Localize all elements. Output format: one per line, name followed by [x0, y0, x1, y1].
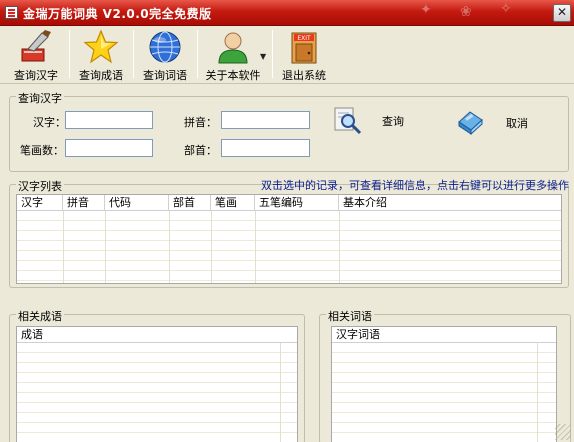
column-divider	[105, 211, 106, 283]
strokes-input[interactable]	[65, 139, 153, 157]
column-header-idiom[interactable]: 成语	[17, 327, 281, 343]
search-button[interactable]: 查询	[333, 105, 413, 137]
search-button-label: 查询	[382, 115, 404, 128]
toolbar-separator	[133, 30, 134, 78]
user-icon	[218, 32, 248, 64]
toolbar-query-hanzi-button[interactable]: 查询汉字	[6, 26, 66, 84]
table-header: 汉字 拼音 代码 部首 笔画 五笔编码 基本介绍	[17, 195, 561, 211]
toolbar-separator	[69, 30, 70, 78]
toolbar-separator	[197, 30, 198, 78]
window-title: 金瑞万能词典 V2.0.0完全免费版	[23, 7, 212, 21]
star-icon	[83, 29, 119, 64]
words-group-legend: 相关词语	[326, 308, 374, 324]
toolbar-label: 退出系统	[282, 69, 326, 82]
pinyin-label: 拼音：	[184, 116, 217, 129]
char-list-table[interactable]: 汉字 拼音 代码 部首 笔画 五笔编码 基本介绍	[16, 194, 562, 284]
toolbar-label: 查询成语	[79, 69, 123, 82]
char-list-hint: 双击选中的记录，可查看详细信息，点击右键可以进行更多操作	[261, 179, 569, 192]
table-header: 汉字词语	[332, 327, 556, 343]
column-header-code[interactable]: 代码	[105, 195, 169, 211]
toolbar-separator	[272, 30, 273, 78]
app-icon	[5, 6, 18, 19]
brush-icon	[21, 30, 51, 62]
column-header-strokes[interactable]: 笔画	[211, 195, 255, 211]
svg-text:EXIT: EXIT	[297, 35, 311, 42]
column-header-word[interactable]: 汉字词语	[332, 327, 538, 343]
column-header-radical[interactable]: 部首	[169, 195, 211, 211]
column-divider	[537, 343, 538, 442]
table-gridlines	[332, 343, 556, 442]
hanzi-label: 汉字：	[33, 116, 66, 129]
column-divider	[169, 211, 170, 283]
title-decoration: ✦ ❀ ✧	[420, 1, 512, 20]
toolbar-query-word-button[interactable]: 查询词语	[136, 26, 194, 84]
exit-door-icon: EXIT	[291, 32, 317, 64]
column-header-intro[interactable]: 基本介绍	[339, 195, 561, 211]
column-header-hanzi[interactable]: 汉字	[17, 195, 63, 211]
table-gridlines	[17, 343, 297, 442]
cancel-button[interactable]: 取消	[456, 106, 536, 138]
pinyin-input[interactable]	[221, 111, 310, 129]
globe-icon	[149, 31, 181, 63]
toolbar-about-button[interactable]: 关于本软件	[200, 26, 266, 84]
toolbar-label: 关于本软件	[205, 69, 261, 82]
toolbar: 查询汉字 查询成语 查询词语 关于本软件 ▼ EXIT 退出系统	[0, 26, 574, 84]
magnifier-icon	[334, 107, 362, 135]
idioms-group-legend: 相关成语	[16, 308, 64, 324]
column-divider	[63, 211, 64, 283]
chevron-down-icon[interactable]: ▼	[260, 52, 266, 61]
column-divider	[255, 211, 256, 283]
radical-label: 部首：	[184, 144, 217, 157]
toolbar-label: 查询词语	[143, 69, 187, 82]
radical-input[interactable]	[221, 139, 310, 157]
eraser-icon	[458, 111, 483, 136]
table-gridlines	[17, 211, 561, 283]
column-divider	[211, 211, 212, 283]
column-divider	[280, 343, 281, 442]
toolbar-label: 查询汉字	[14, 69, 58, 82]
toolbar-query-idiom-button[interactable]: 查询成语	[72, 26, 130, 84]
toolbar-exit-button[interactable]: EXIT 退出系统	[276, 26, 332, 84]
close-button[interactable]: ✕	[553, 4, 571, 22]
column-header-pinyin[interactable]: 拼音	[63, 195, 105, 211]
char-list-legend: 汉字列表	[16, 178, 64, 194]
column-divider	[339, 211, 340, 283]
words-table[interactable]: 汉字词语	[331, 326, 557, 442]
table-header: 成语	[17, 327, 297, 343]
cancel-button-label: 取消	[506, 117, 528, 130]
hanzi-input[interactable]	[65, 111, 153, 129]
column-header-wubi[interactable]: 五笔编码	[255, 195, 339, 211]
idioms-table[interactable]: 成语	[16, 326, 298, 442]
title-bar[interactable]: 金瑞万能词典 V2.0.0完全免费版 ✦ ❀ ✧ ✕	[0, 0, 574, 26]
strokes-label: 笔画数：	[20, 144, 64, 157]
resize-grip[interactable]	[555, 424, 571, 440]
query-group-legend: 查询汉字	[16, 90, 64, 106]
